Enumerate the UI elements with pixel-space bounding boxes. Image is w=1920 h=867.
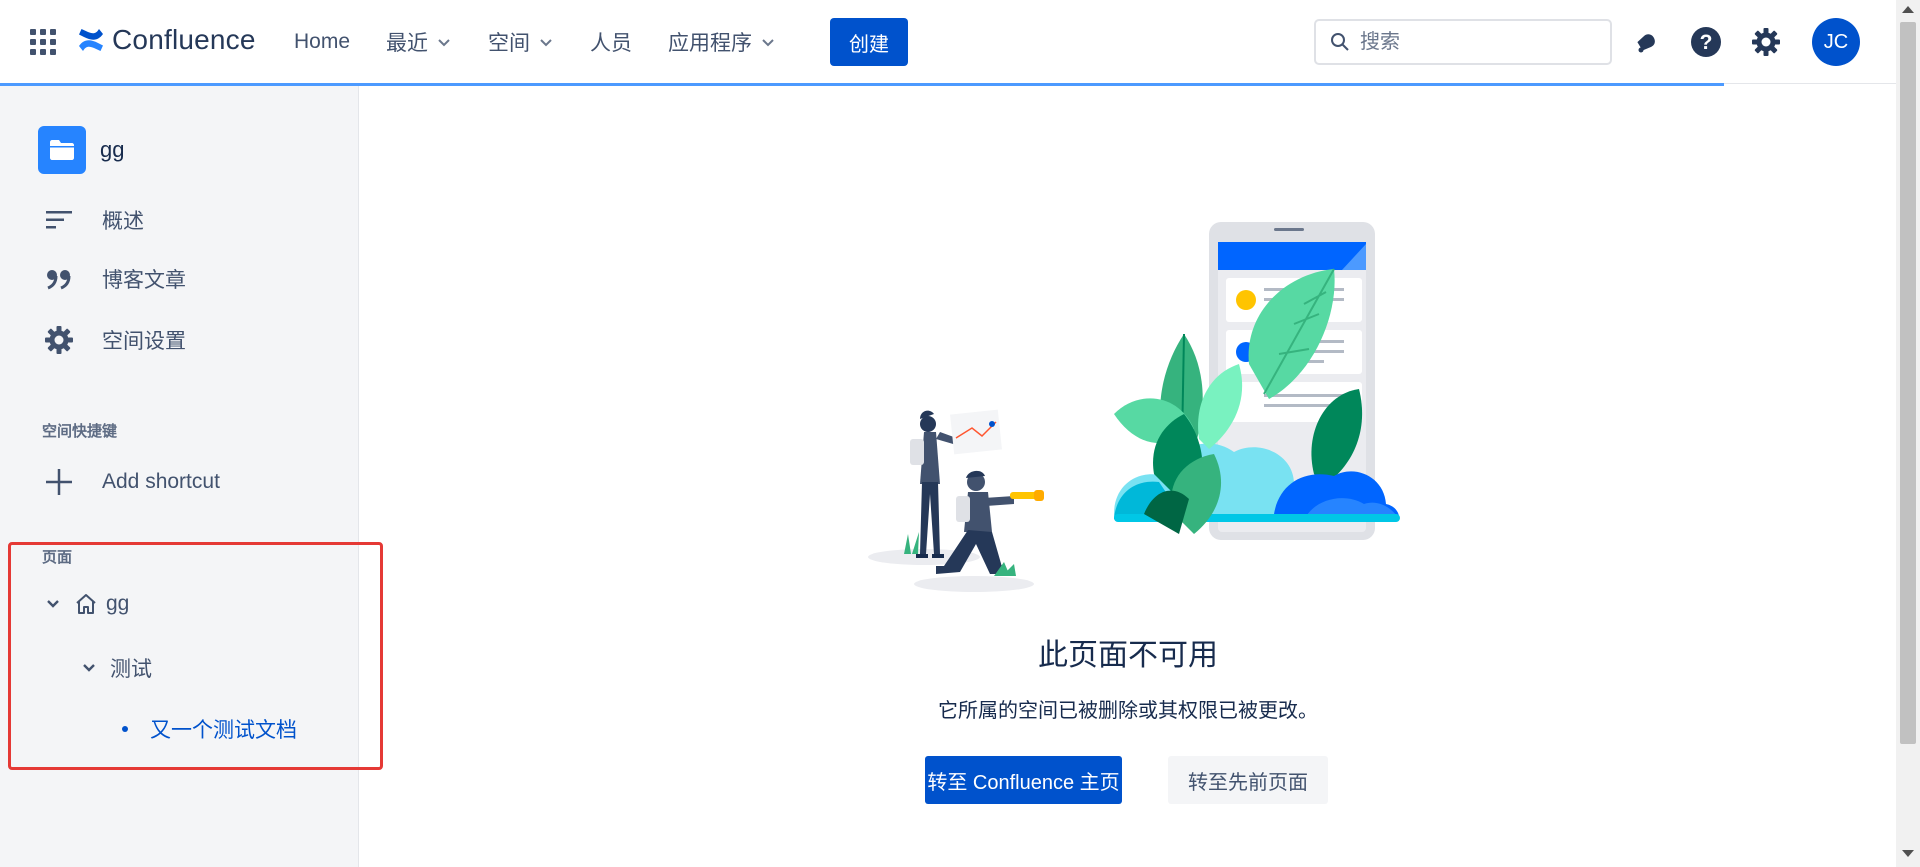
primary-nav: Home 最近 空间 人员 应用程序: [294, 0, 812, 84]
shortcuts-section-title: 空间快捷键: [42, 423, 118, 440]
sidebar-item-space-settings[interactable]: 空间设置: [42, 323, 186, 357]
search-icon: [1331, 33, 1349, 51]
space-name: gg: [100, 137, 125, 162]
plus-icon: [42, 465, 76, 499]
page-tree-item-root[interactable]: gg: [44, 592, 129, 616]
main-content: 此页面不可用 它所属的空间已被删除或其权限已被更改。 转至 Confluence…: [360, 86, 1896, 867]
nav-home[interactable]: Home: [294, 30, 350, 54]
space-folder-icon: [38, 126, 86, 174]
overview-lines-icon: [42, 203, 76, 237]
sidebar-item-label: 博客文章: [102, 269, 186, 292]
scroll-down-arrow-icon[interactable]: [1902, 850, 1914, 857]
sidebar-item-blog[interactable]: 博客文章: [42, 262, 186, 296]
chevron-down-icon: [762, 39, 774, 47]
space-sidebar: gg 概述 博客文章 空间设置 空间快捷键 Add shortcut 页面 gg…: [0, 86, 383, 867]
settings-gear-icon[interactable]: [1748, 24, 1784, 60]
chevron-down-icon[interactable]: [80, 659, 98, 677]
page-tree-label: 又一个测试文档: [150, 719, 297, 742]
sidebar-item-label: 概述: [102, 210, 144, 233]
nav-apps[interactable]: 应用程序: [668, 27, 776, 57]
go-to-confluence-home-button[interactable]: 转至 Confluence 主页: [925, 756, 1122, 804]
top-navigation: Confluence Home 最近 空间 人员 应用程序 创建 搜索 ? JC: [0, 0, 1896, 84]
bullet-dot-icon: [122, 726, 128, 732]
create-button[interactable]: 创建: [830, 18, 908, 66]
chevron-down-icon[interactable]: [44, 595, 62, 613]
page-tree-label: gg: [106, 592, 130, 615]
page-scrollbar[interactable]: [1896, 0, 1920, 867]
add-shortcut-label: Add shortcut: [102, 470, 220, 493]
search-input[interactable]: [1360, 30, 1590, 54]
nav-spaces-label: 空间: [488, 32, 531, 55]
pages-section-title: 页面: [42, 549, 73, 566]
confluence-logo[interactable]: Confluence: [76, 24, 256, 56]
nav-recent-label: 最近: [386, 32, 429, 55]
add-shortcut-button[interactable]: Add shortcut: [42, 465, 220, 499]
app-switcher-icon[interactable]: [30, 29, 56, 55]
error-subtitle: 它所属的空间已被删除或其权限已被更改。: [938, 700, 1318, 722]
nav-spaces[interactable]: 空间: [488, 27, 554, 57]
page-tree-label: 测试: [110, 658, 152, 681]
confluence-logo-icon: [79, 29, 103, 51]
logo-text: Confluence: [112, 24, 256, 55]
nav-people-label: 人员: [590, 32, 633, 55]
scroll-up-arrow-icon[interactable]: [1902, 6, 1914, 13]
help-icon[interactable]: ?: [1688, 24, 1724, 60]
user-avatar[interactable]: JC: [1812, 18, 1860, 66]
nav-home-label: Home: [294, 30, 351, 53]
error-title: 此页面不可用: [1038, 639, 1218, 672]
space-header[interactable]: gg: [38, 126, 124, 174]
explorers-illustration: [868, 222, 1400, 592]
nav-apps-label: 应用程序: [668, 32, 753, 55]
chevron-down-icon: [438, 39, 450, 47]
chevron-down-icon: [540, 39, 552, 47]
blog-quote-icon: [42, 262, 76, 296]
sidebar-item-overview[interactable]: 概述: [42, 203, 144, 237]
go-to-previous-page-button[interactable]: 转至先前页面: [1168, 756, 1328, 804]
nav-recent[interactable]: 最近: [386, 27, 452, 57]
scrollbar-thumb[interactable]: [1900, 22, 1916, 744]
nav-people[interactable]: 人员: [590, 27, 632, 57]
sidebar-item-label: 空间设置: [102, 330, 186, 353]
notification-bell-icon[interactable]: [1628, 24, 1664, 60]
search-box[interactable]: [1314, 19, 1612, 65]
svg-text:?: ?: [1700, 31, 1713, 54]
page-tree-item-current[interactable]: 又一个测试文档: [122, 714, 297, 744]
home-icon: [76, 594, 96, 614]
page-tree-item-test[interactable]: 测试: [80, 653, 152, 683]
space-settings-gear-icon: [42, 323, 76, 357]
